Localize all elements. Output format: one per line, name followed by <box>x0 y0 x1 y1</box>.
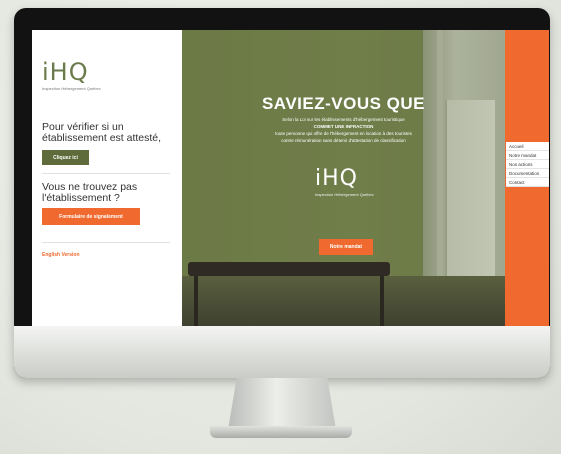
logo-mark: iHQ <box>42 58 89 86</box>
hero-text-line: Selon la Loi sur les établissements d'hé… <box>282 117 405 122</box>
monitor-chin <box>14 326 550 378</box>
monitor-base <box>210 426 352 438</box>
hero-logo-caption: Inspection Hébergement Québec <box>315 192 374 197</box>
bench <box>188 262 390 276</box>
divider <box>42 242 170 243</box>
menu-item-documentation[interactable]: Documentation <box>506 169 549 178</box>
floor <box>182 276 505 326</box>
verify-heading: Pour vérifier si un établissement est at… <box>42 121 162 144</box>
logo-caption: Inspection Hébergement Québec <box>42 86 101 91</box>
english-version-link[interactable]: English Version <box>42 252 80 258</box>
hero-logo-mark: iHQ <box>315 166 358 191</box>
monitor-stand <box>228 378 336 430</box>
divider <box>42 173 170 174</box>
hero-section: SAVIEZ-VOUS QUE Selon la Loi sur les éta… <box>182 30 505 326</box>
not-found-heading: Vous ne trouvez pas l'établissement ? <box>42 181 138 204</box>
menu-item-nos-actions[interactable]: Nos actions <box>506 160 549 169</box>
nav-menu: Accueil Notre mandat Nos actions Documen… <box>506 142 549 187</box>
hero-title: SAVIEZ-VOUS QUE <box>261 94 426 113</box>
ihq-logo[interactable]: iHQ Inspection Hébergement Québec <box>42 60 102 91</box>
website-screen: iHQ Inspection Hébergement Québec Pour v… <box>32 30 549 326</box>
verify-button[interactable]: Cliquez ici <box>42 150 89 165</box>
menu-item-accueil[interactable]: Accueil <box>506 142 549 151</box>
menu-item-notre-mandat[interactable]: Notre mandat <box>506 151 549 160</box>
hero-logo: iHQ Inspection Hébergement Québec <box>315 166 375 198</box>
mandate-button[interactable]: Notre mandat <box>319 239 373 255</box>
menu-item-contact[interactable]: Contact <box>506 178 549 187</box>
hero-text-line: toute personne qui offre de l'hébergemen… <box>275 131 412 136</box>
hero-text-line: COMMET UNE INFRACTION <box>313 124 374 129</box>
bench-leg <box>194 276 198 326</box>
left-panel: iHQ Inspection Hébergement Québec Pour v… <box>32 30 182 326</box>
report-form-button[interactable]: Formulaire de signalement <box>42 208 140 225</box>
bench-leg <box>380 276 384 326</box>
hero-text-line: contre rémunération sans détenir d'attes… <box>281 138 406 143</box>
